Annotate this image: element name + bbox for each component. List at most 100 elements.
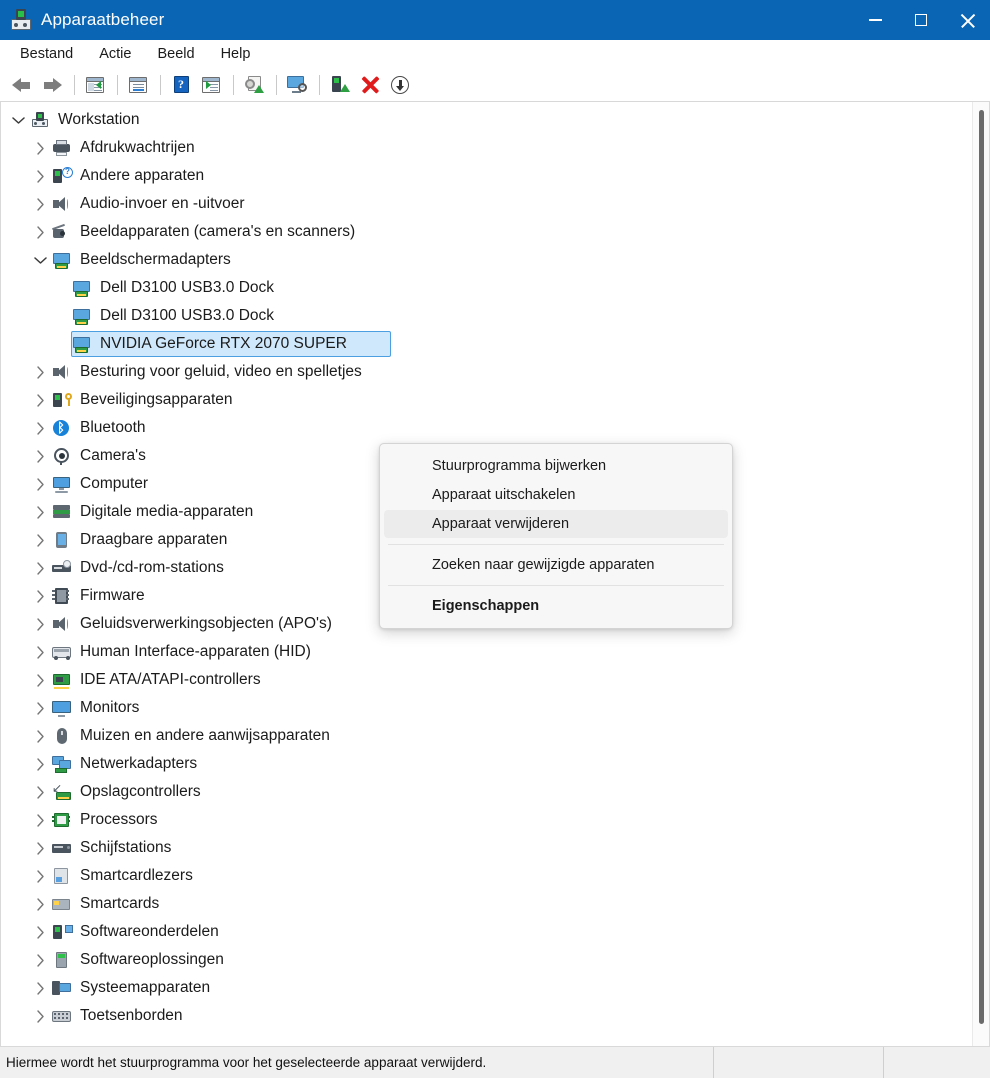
disable-device-button[interactable] bbox=[386, 72, 414, 98]
chevron-right-icon[interactable] bbox=[29, 729, 51, 743]
chevron-right-icon[interactable] bbox=[29, 813, 51, 827]
chevron-right-icon[interactable] bbox=[29, 141, 51, 155]
chevron-right-icon[interactable] bbox=[29, 981, 51, 995]
display-adapter-icon bbox=[51, 251, 73, 269]
scan-action-button[interactable] bbox=[197, 72, 225, 98]
tree-item[interactable]: Afdrukwachtrijen bbox=[1, 134, 972, 162]
tree-item[interactable]: Human Interface-apparaten (HID) bbox=[1, 638, 972, 666]
chevron-right-icon[interactable] bbox=[29, 617, 51, 631]
tree-item[interactable]: Muizen en andere aanwijsapparaten bbox=[1, 722, 972, 750]
close-button[interactable] bbox=[944, 0, 990, 40]
chevron-right-icon[interactable] bbox=[29, 197, 51, 211]
properties-button[interactable] bbox=[124, 72, 152, 98]
chevron-down-icon[interactable] bbox=[29, 256, 51, 265]
chevron-right-icon[interactable] bbox=[29, 701, 51, 715]
tree-item[interactable]: Beveiligingsapparaten bbox=[1, 386, 972, 414]
tree-item[interactable]: Toetsenborden bbox=[1, 1002, 972, 1030]
toolbar-separator bbox=[117, 74, 118, 95]
chevron-right-icon[interactable] bbox=[29, 533, 51, 547]
chevron-right-icon[interactable] bbox=[29, 673, 51, 687]
enable-device-button[interactable] bbox=[326, 72, 354, 98]
update-driver-button[interactable] bbox=[240, 72, 268, 98]
chevron-right-icon[interactable] bbox=[29, 925, 51, 939]
workstation-icon bbox=[29, 111, 51, 129]
minimize-button[interactable] bbox=[852, 0, 898, 40]
context-menu-item[interactable]: Apparaat verwijderen bbox=[384, 510, 728, 538]
tree-item-label: Andere apparaten bbox=[80, 167, 205, 185]
scan-action-icon bbox=[202, 76, 220, 93]
context-menu-item[interactable]: Stuurprogramma bijwerken bbox=[384, 452, 728, 480]
tree-item[interactable]: Monitors bbox=[1, 694, 972, 722]
tree-item-label: Draagbare apparaten bbox=[80, 531, 228, 549]
chevron-right-icon[interactable] bbox=[29, 645, 51, 659]
tree-item-label: IDE ATA/ATAPI-controllers bbox=[80, 671, 261, 689]
context-menu-item[interactable]: Zoeken naar gewijzigde apparaten bbox=[384, 551, 728, 579]
tree-item[interactable]: Audio-invoer en -uitvoer bbox=[1, 190, 972, 218]
chevron-right-icon[interactable] bbox=[29, 421, 51, 435]
menu-separator bbox=[388, 585, 724, 586]
chevron-down-icon[interactable] bbox=[7, 116, 29, 125]
tree-item[interactable]: Schijfstations bbox=[1, 834, 972, 862]
vertical-scrollbar[interactable] bbox=[972, 102, 989, 1046]
back-button[interactable] bbox=[8, 72, 36, 98]
chevron-right-icon[interactable] bbox=[29, 757, 51, 771]
chevron-right-icon[interactable] bbox=[29, 897, 51, 911]
chevron-right-icon[interactable] bbox=[29, 561, 51, 575]
scan-for-hardware-changes-button[interactable] bbox=[283, 72, 311, 98]
tree-item-label: Human Interface-apparaten (HID) bbox=[80, 643, 311, 661]
tree-item[interactable]: Workstation bbox=[1, 106, 972, 134]
tree-item[interactable]: Softwareoplossingen bbox=[1, 946, 972, 974]
back-arrow-icon bbox=[11, 77, 33, 93]
maximize-button[interactable] bbox=[898, 0, 944, 40]
tree-item[interactable]: ↙ Opslagcontrollers bbox=[1, 778, 972, 806]
tree-item[interactable]: Dell D3100 USB3.0 Dock bbox=[1, 302, 972, 330]
tree-item[interactable]: Smartcards bbox=[1, 890, 972, 918]
menu-actie[interactable]: Actie bbox=[89, 43, 141, 65]
toolbar-separator bbox=[74, 74, 75, 95]
chevron-right-icon[interactable] bbox=[29, 1009, 51, 1023]
scrollbar-thumb[interactable] bbox=[979, 110, 984, 1024]
tree-item[interactable]: Netwerkadapters bbox=[1, 750, 972, 778]
display-adapter-icon bbox=[71, 307, 93, 325]
tree-item-selected[interactable]: NVIDIA GeForce RTX 2070 SUPER bbox=[1, 330, 972, 358]
chevron-right-icon[interactable] bbox=[29, 785, 51, 799]
tree-item[interactable]: Smartcardlezers bbox=[1, 862, 972, 890]
tree-item[interactable]: IDE ATA/ATAPI-controllers bbox=[1, 666, 972, 694]
context-menu-item[interactable]: Eigenschappen bbox=[384, 592, 728, 620]
chevron-right-icon[interactable] bbox=[29, 869, 51, 883]
menu-beeld[interactable]: Beeld bbox=[147, 43, 204, 65]
tree-item-label: Dell D3100 USB3.0 Dock bbox=[100, 307, 275, 325]
tree-item[interactable]: Processors bbox=[1, 806, 972, 834]
tree-item[interactable]: Beeldapparaten (camera's en scanners) bbox=[1, 218, 972, 246]
context-menu-item[interactable]: Apparaat uitschakelen bbox=[384, 481, 728, 509]
menu-bestand[interactable]: Bestand bbox=[10, 43, 83, 65]
help-button[interactable]: ? bbox=[167, 72, 195, 98]
forward-button[interactable] bbox=[38, 72, 66, 98]
tree-item[interactable]: ? Andere apparaten bbox=[1, 162, 972, 190]
context-menu[interactable]: Stuurprogramma bijwerken Apparaat uitscha… bbox=[379, 443, 733, 629]
chevron-right-icon[interactable] bbox=[29, 365, 51, 379]
chevron-right-icon[interactable] bbox=[29, 841, 51, 855]
tree-item[interactable]: Besturing voor geluid, video en spelletj… bbox=[1, 358, 972, 386]
tree-item[interactable]: Systeemapparaten bbox=[1, 974, 972, 1002]
tree-item[interactable]: ᛒ Bluetooth bbox=[1, 414, 972, 442]
chevron-right-icon[interactable] bbox=[29, 169, 51, 183]
chevron-right-icon[interactable] bbox=[29, 477, 51, 491]
tree-item[interactable]: Softwareonderdelen bbox=[1, 918, 972, 946]
chevron-right-icon[interactable] bbox=[29, 449, 51, 463]
print-queues-icon bbox=[51, 139, 73, 157]
show-hide-console-tree-button[interactable] bbox=[81, 72, 109, 98]
chevron-right-icon[interactable] bbox=[29, 225, 51, 239]
menu-bar: Bestand Actie Beeld Help bbox=[0, 40, 990, 68]
chevron-right-icon[interactable] bbox=[29, 953, 51, 967]
chevron-right-icon[interactable] bbox=[29, 393, 51, 407]
tree-item[interactable]: Beeldschermadapters bbox=[1, 246, 972, 274]
audio-icon bbox=[51, 363, 73, 381]
chevron-right-icon[interactable] bbox=[29, 505, 51, 519]
toolbar-separator bbox=[276, 74, 277, 95]
menu-help[interactable]: Help bbox=[211, 43, 261, 65]
tree-item[interactable]: Dell D3100 USB3.0 Dock bbox=[1, 274, 972, 302]
content-area: Workstation Afdrukwachtrijen? Andere appar… bbox=[0, 102, 990, 1046]
uninstall-device-button[interactable] bbox=[356, 72, 384, 98]
chevron-right-icon[interactable] bbox=[29, 589, 51, 603]
